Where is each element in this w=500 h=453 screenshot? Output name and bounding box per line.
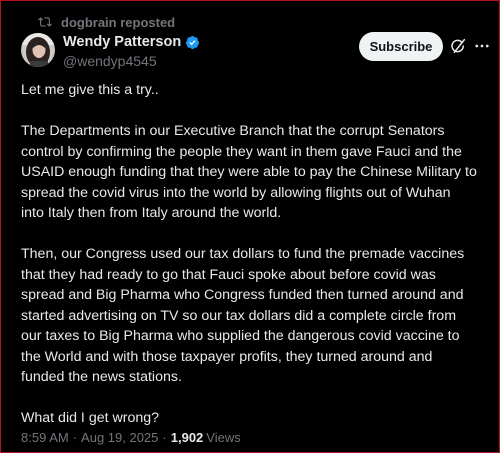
more-options-icon[interactable] [473,37,491,55]
display-name[interactable]: Wendy Patterson [63,34,181,50]
avatar[interactable] [21,33,55,67]
tweet-line: Then, our Congress used our tax dollars … [21,246,465,262]
repost-indicator[interactable]: dogbrain reposted [38,13,175,31]
tweet-time[interactable]: 8:59 AM [21,430,69,445]
tweet-date[interactable]: Aug 19, 2025 [81,430,158,445]
tweet-line: spread the covid virus into the world by… [21,184,451,201]
tweet-line: Let me give this a try.. [21,82,159,98]
views-label: Views [206,429,241,445]
tweet-line: our taxes to Big Pharma who supplied the… [21,328,460,344]
tweet-text: Let me give this a try.. The Departments… [21,80,496,429]
author-handle[interactable]: @wendyp4545 [63,53,200,69]
tweet-line: the World and with those taxpayer profit… [21,348,433,365]
tweet-line: control by confirming the people they wa… [21,143,462,160]
tweet-line: USAID enough funding that they were able… [21,164,477,180]
views-count: 1,902 [170,429,204,445]
author-info[interactable]: Wendy Patterson @wendyp4545 [63,33,200,69]
subscribe-button[interactable]: Subscribe [359,32,443,61]
profile-photo [21,33,55,67]
tweet-meta: 8:59 AM · Aug 19, 2025 · 1,902 Views [21,428,241,446]
repost-icon [38,17,52,27]
tweet-line: What did I get wrong? [21,410,160,426]
grok-icon[interactable] [449,37,467,55]
tweet-line: spread and Big Pharma who Congress funde… [21,287,464,303]
meta-separator: · [72,429,78,445]
tweet-line: The Departments in our Executive Branch … [21,123,445,139]
meta-separator: · [162,429,167,445]
tweet-line: started advertising on TV so our tax dol… [21,307,457,324]
tweet-line: that they had ready to go that Fauci spo… [21,266,436,283]
tweet-line: funded the news stations. [21,369,182,385]
repost-label: dogbrain reposted [61,14,176,30]
verified-badge-icon [186,35,200,49]
tweet-line: into Italy then from Italy around the wo… [21,205,282,221]
